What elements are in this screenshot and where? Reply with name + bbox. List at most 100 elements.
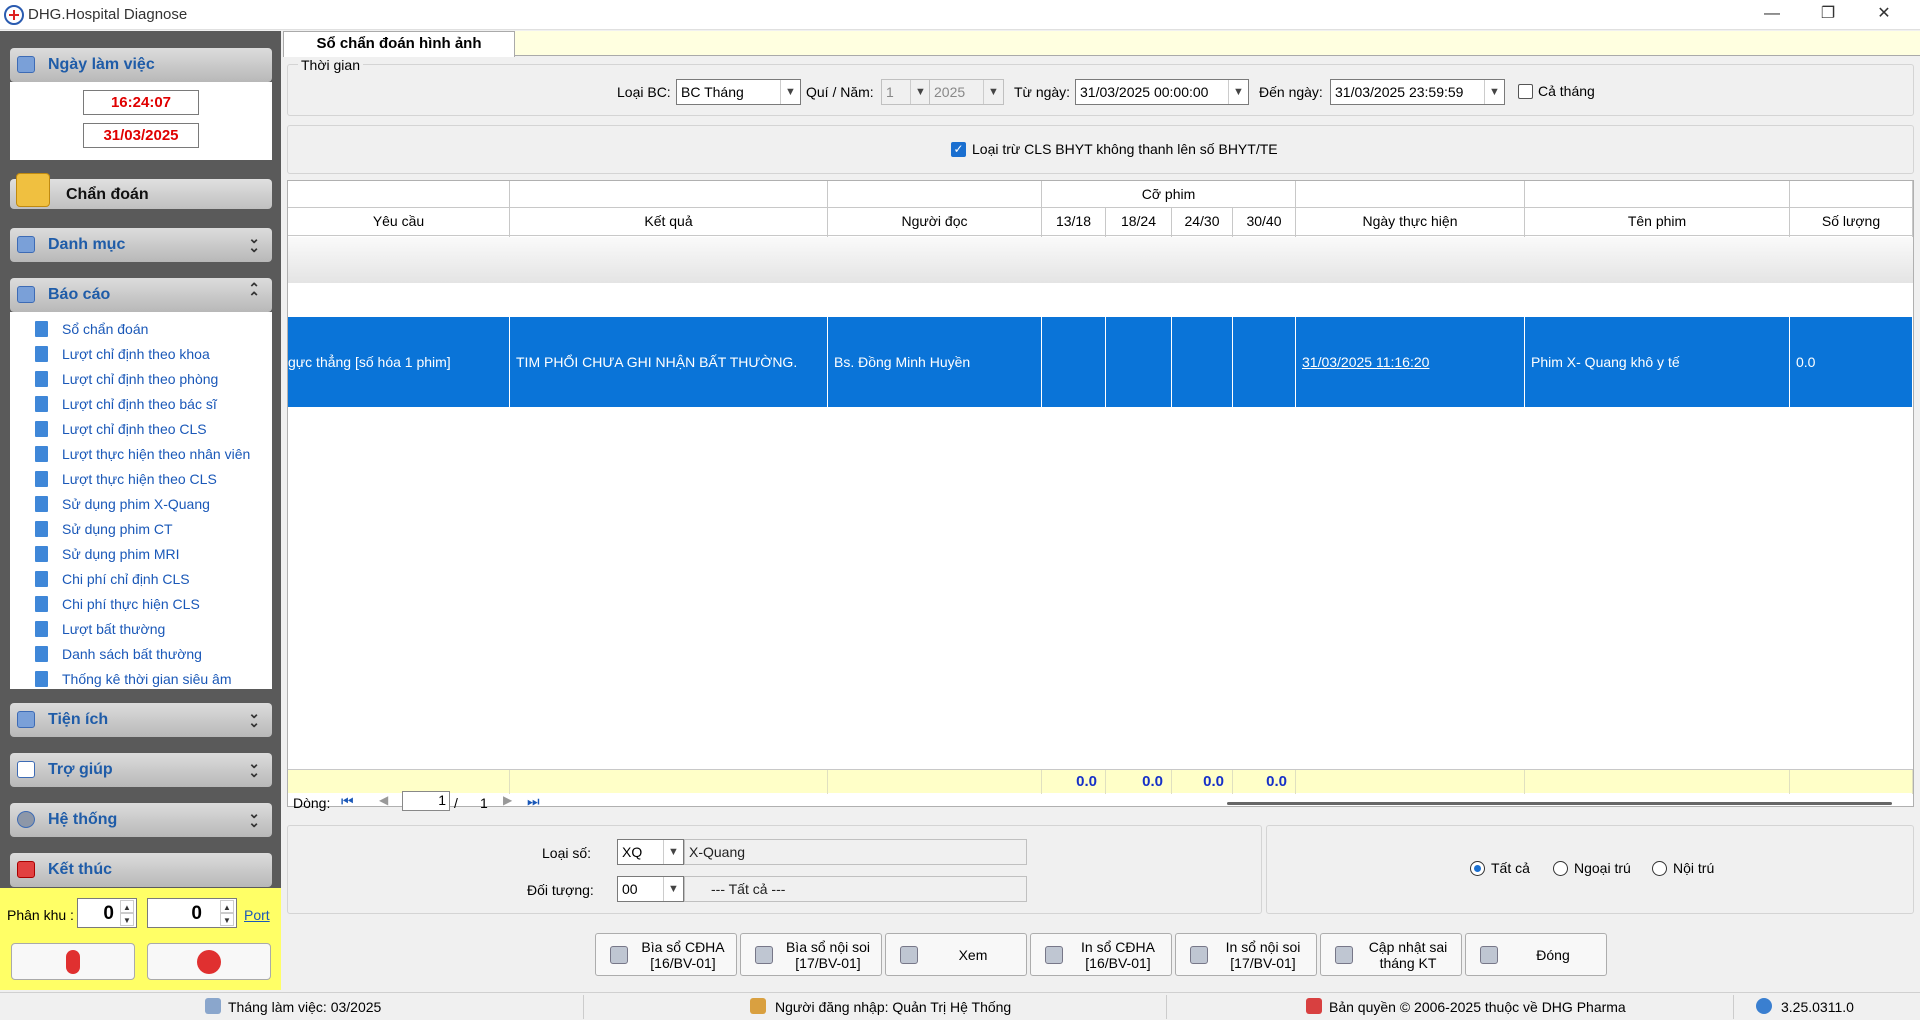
book-icon (35, 571, 48, 587)
report-menu-item[interactable]: Lượt chỉ định theo CLS (35, 420, 265, 440)
up-arrow-icon[interactable]: ▲ (120, 900, 134, 913)
report-menu-item[interactable]: Thống kê thời gian siêu âm (35, 670, 265, 690)
report-menu-item[interactable]: Lượt chỉ định theo phòng (35, 370, 265, 390)
report-menu-item[interactable]: Sử dụng phim MRI (35, 545, 265, 565)
column-header[interactable]: 13/18 (1042, 208, 1106, 236)
report-menu-item[interactable]: Sổ chẩn đoán (35, 320, 265, 340)
report-menu-item[interactable]: Lượt chỉ định theo khoa (35, 345, 265, 365)
column-header[interactable]: Số lượng (1790, 208, 1913, 236)
den-ngay-picker[interactable]: 31/03/2025 23:59:59 ▼ (1330, 79, 1505, 105)
he-thong-header[interactable]: Hệ thống ⌄ ⌄ (10, 803, 272, 837)
danh-muc-header[interactable]: Danh mục ⌄ ⌄ (10, 228, 272, 262)
port-stepper[interactable]: 0 ▲ ▼ (147, 898, 237, 928)
chevron-down-icon[interactable]: ▼ (663, 840, 683, 864)
tab-so-chan-doan[interactable]: Sổ chẩn đoán hình ảnh (283, 31, 515, 57)
chevron-down-icon[interactable]: ▼ (663, 877, 683, 901)
report-menu-item[interactable]: Lượt chỉ định theo bác sĩ (35, 395, 265, 415)
report-menu-item[interactable]: Lượt bất thường (35, 620, 265, 640)
chevron-down-icon[interactable]: ▼ (780, 80, 800, 104)
microphone-icon (66, 949, 80, 974)
radio-noi-tru[interactable] (1652, 861, 1667, 876)
next-page-icon[interactable]: ▶ (503, 793, 512, 807)
book-icon (35, 371, 48, 387)
chevron-down-icon[interactable]: ▼ (983, 80, 1003, 104)
play-button[interactable] (147, 943, 271, 980)
phan-khu-stepper[interactable]: 0 ▲ ▼ (77, 898, 137, 928)
chevron-down-icon[interactable]: ▼ (1484, 80, 1504, 104)
status-user: Người đăng nhập: Quản Trị Hệ Thống (775, 999, 1012, 1015)
first-page-icon[interactable]: ⏮ (341, 793, 354, 810)
expand-chevron-icon[interactable]: ⌄ ⌄ (248, 756, 260, 779)
report-menu-item[interactable]: Sử dụng phim CT (35, 520, 265, 540)
radio-ngoai-tru[interactable] (1553, 861, 1568, 876)
port-link[interactable]: Port (244, 907, 270, 923)
button-sublabel: [17/BV-01] (795, 955, 861, 971)
table-cell (1172, 317, 1233, 407)
table-row[interactable]: gực thẳng [số hóa 1 phim] TIM PHỔI CHƯA G… (288, 317, 1913, 407)
column-header[interactable]: Kết quả (510, 208, 828, 236)
close-button[interactable]: ✕ (1856, 0, 1912, 30)
in-so-noi-soi-button[interactable]: In sổ nội soi [17/BV-01] (1175, 933, 1317, 976)
report-menu-item[interactable]: Sử dụng phim X-Quang (35, 495, 265, 515)
doi-tuong-label: Đối tượng: (527, 882, 594, 898)
help-icon (17, 761, 35, 778)
expand-chevron-icon[interactable]: ⌄ ⌄ (248, 231, 260, 254)
table-cell[interactable]: 31/03/2025 11:16:20 (1296, 317, 1525, 407)
bao-cao-header[interactable]: Báo cáo ⌃ ⌃ (10, 278, 272, 312)
column-header[interactable]: 18/24 (1106, 208, 1172, 236)
horizontal-scrollbar[interactable] (1227, 802, 1892, 805)
book-icon (35, 346, 48, 362)
prev-page-icon[interactable]: ◀ (379, 793, 388, 807)
column-header[interactable]: 24/30 (1172, 208, 1233, 236)
button-label: Bìa sổ nội soi (785, 939, 871, 955)
ket-thuc-button[interactable]: Kết thúc (10, 853, 272, 887)
in-so-cdha-button[interactable]: In sổ CĐHA [16/BV-01] (1030, 933, 1172, 976)
loai-tru-checkbox[interactable]: ✓ (951, 142, 966, 157)
power-icon (17, 861, 35, 878)
tien-ich-header[interactable]: Tiện ích ⌄ ⌄ (10, 703, 272, 737)
expand-chevron-icon[interactable]: ⌄ ⌄ (248, 806, 260, 829)
nam-select[interactable]: 2025 ▼ (929, 79, 1004, 105)
column-header[interactable]: Tên phim (1525, 208, 1790, 236)
loai-bc-select[interactable]: BC Tháng ▼ (676, 79, 801, 105)
qui-nam-label: Quí / Năm: (806, 84, 874, 100)
microphone-button[interactable] (11, 943, 135, 980)
radio-tat-ca[interactable] (1470, 861, 1485, 876)
up-arrow-icon[interactable]: ▲ (220, 900, 234, 913)
bia-so-noi-soi-button[interactable]: Bìa sổ nội soi [17/BV-01] (740, 933, 882, 976)
page-input[interactable]: 1 (402, 791, 450, 811)
restore-button[interactable]: ❐ (1800, 0, 1856, 30)
report-menu-item[interactable]: Chi phí thực hiện CLS (35, 595, 265, 615)
tu-ngay-picker[interactable]: 31/03/2025 00:00:00 ▼ (1075, 79, 1249, 105)
minimize-button[interactable]: — (1744, 0, 1800, 30)
down-arrow-icon[interactable]: ▼ (120, 913, 134, 926)
report-menu-item[interactable]: Lượt thực hiện theo nhân viên (35, 445, 265, 465)
ca-thang-checkbox[interactable] (1518, 84, 1533, 99)
expand-chevron-icon[interactable]: ⌄ ⌄ (248, 706, 260, 729)
tro-giup-header[interactable]: Trợ giúp ⌄ ⌄ (10, 753, 272, 787)
last-page-icon[interactable]: ⏭ (527, 793, 540, 810)
button-label: Bìa sổ CĐHA (641, 939, 725, 955)
button-sublabel: [16/BV-01] (1085, 955, 1151, 971)
column-header[interactable]: 30/40 (1233, 208, 1296, 236)
loai-so-select[interactable]: XQ ▼ (617, 839, 684, 865)
bia-so-cdha-button[interactable]: Bìa sổ CĐHA [16/BV-01] (595, 933, 737, 976)
dong-button[interactable]: Đóng (1465, 933, 1607, 976)
column-header[interactable]: Người đọc (828, 208, 1042, 236)
printer-icon (1045, 946, 1063, 964)
report-menu-item[interactable]: Danh sách bất thường (35, 645, 265, 665)
down-arrow-icon[interactable]: ▼ (220, 913, 234, 926)
collapse-chevron-icon[interactable]: ⌃ ⌃ (248, 281, 260, 304)
cap-nhat-sai-button[interactable]: Cập nhật sai tháng KT (1320, 933, 1462, 976)
report-menu-item[interactable]: Chi phí chỉ định CLS (35, 570, 265, 590)
qui-select[interactable]: 1 ▼ (881, 79, 931, 105)
doi-tuong-select[interactable]: 00 ▼ (617, 876, 684, 902)
column-header[interactable]: Ngày thực hiện (1296, 208, 1525, 236)
chan-doan-button[interactable]: Chẩn đoán (10, 173, 272, 209)
group-panel (288, 237, 1913, 283)
report-menu-item[interactable]: Lượt thực hiện theo CLS (35, 470, 265, 490)
xem-button[interactable]: Xem (885, 933, 1027, 976)
column-header[interactable]: Yêu cầu (288, 208, 510, 236)
chevron-down-icon[interactable]: ▼ (1228, 80, 1248, 104)
chevron-down-icon[interactable]: ▼ (910, 80, 930, 104)
